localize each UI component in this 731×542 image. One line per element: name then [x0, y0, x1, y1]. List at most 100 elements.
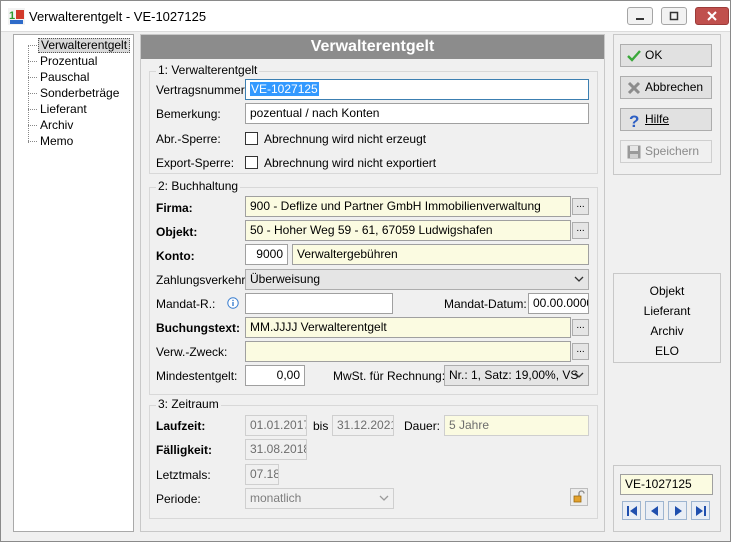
section-zeitraum: 3: Zeitraum Laufzeit: 01.01.2017 bis 31.… — [149, 397, 598, 519]
chevron-down-icon — [574, 276, 584, 282]
tree-item-memo[interactable]: Memo — [38, 134, 75, 149]
maximize-button[interactable] — [661, 7, 687, 25]
buchungstext-lookup-button[interactable]: ... — [572, 319, 589, 336]
verw-zweck-label: Verw.-Zweck: — [156, 345, 228, 359]
mindestentgelt-input[interactable]: 0,00 — [245, 365, 305, 386]
faelligkeit-input[interactable]: 31.08.2018 — [245, 439, 307, 460]
section-title: 3: Zeitraum — [156, 397, 221, 411]
periode-select[interactable]: monatlich — [245, 488, 394, 509]
zahlungsverkehr-value: Überweisung — [250, 272, 321, 286]
window-title: Verwalterentgelt - VE-1027125 — [29, 9, 207, 24]
tree-item-archiv[interactable]: Archiv — [38, 118, 75, 133]
related-links-panel: Objekt Lieferant Archiv ELO — [613, 273, 721, 363]
link-archiv[interactable]: Archiv — [614, 324, 720, 338]
link-elo[interactable]: ELO — [614, 344, 720, 358]
minimize-icon — [636, 18, 644, 20]
verw-zweck-lookup-button[interactable]: ... — [572, 343, 589, 360]
main-panel: Verwalterentgelt 1: Verwalterentgelt Ver… — [140, 34, 605, 532]
objekt-input[interactable]: 50 - Hoher Weg 59 - 61, 67059 Ludwigshaf… — [245, 220, 571, 241]
firma-input[interactable]: 900 - Deflize und Partner GmbH Immobilie… — [245, 196, 571, 217]
faelligkeit-label: Fälligkeit: — [156, 443, 213, 457]
firma-label: Firma: — [156, 201, 193, 215]
tree-item-verwalterentgelt[interactable]: Verwalterentgelt — [38, 38, 131, 53]
tree-item-sonderbetraege[interactable]: Sonderbeträge — [38, 86, 121, 101]
tree-connector — [28, 93, 37, 94]
bis-label: bis — [313, 419, 329, 433]
section-buchhaltung: 2: Buchhaltung Firma: 900 - Deflize und … — [149, 179, 598, 395]
periode-value: monatlich — [250, 491, 302, 505]
zahlungsverkehr-label: Zahlungsverkehr: — [156, 273, 249, 287]
bemerkung-input[interactable]: pozentual / nach Konten — [245, 103, 589, 124]
panel-header: Verwalterentgelt — [141, 35, 604, 59]
abr-sperre-text: Abrechnung wird nicht erzeugt — [264, 132, 427, 146]
close-icon — [707, 11, 717, 21]
minimize-button[interactable] — [627, 7, 653, 25]
laufzeit-label: Laufzeit: — [156, 419, 206, 433]
buchungstext-input[interactable]: MM.JJJJ Verwalterentgelt — [245, 317, 571, 338]
konto-number-input[interactable]: 9000 — [245, 244, 288, 265]
tree-item-lieferant[interactable]: Lieferant — [38, 102, 89, 117]
zahlungsverkehr-select[interactable]: Überweisung — [245, 269, 589, 290]
first-icon — [627, 506, 637, 516]
chevron-down-icon — [574, 372, 584, 378]
last-record-button[interactable] — [691, 501, 710, 520]
export-sperre-label: Export-Sperre: — [156, 156, 235, 170]
link-lieferant[interactable]: Lieferant — [614, 304, 720, 318]
chevron-down-icon — [379, 495, 389, 501]
mwst-value: Nr.: 1, Satz: 19,00%, VS — [449, 368, 579, 382]
close-button[interactable] — [695, 7, 729, 25]
periode-label: Periode: — [156, 492, 201, 506]
info-icon[interactable] — [227, 297, 239, 309]
export-sperre-checkbox[interactable] — [245, 156, 258, 169]
konto-label: Konto: — [156, 249, 195, 263]
section-verwalterentgelt: 1: Verwalterentgelt Vertragsnummer: VE-1… — [149, 63, 598, 174]
link-objekt[interactable]: Objekt — [614, 284, 720, 298]
firma-lookup-button[interactable]: ... — [572, 198, 589, 215]
app-icon: 1 — [8, 8, 25, 25]
mandat-datum-label: Mandat-Datum: — [444, 297, 527, 311]
title-bar: 1 Verwalterentgelt - VE-1027125 — [1, 1, 730, 32]
last-icon — [696, 506, 706, 516]
section-title: 1: Verwalterentgelt — [156, 63, 260, 77]
tree-connector — [28, 109, 37, 110]
mandat-input[interactable] — [245, 293, 393, 314]
application-window: 1 Verwalterentgelt - VE-1027125 Verwalte… — [0, 0, 731, 542]
section-title: 2: Buchhaltung — [156, 179, 241, 193]
previous-record-button[interactable] — [645, 501, 664, 520]
vertragsnummer-input[interactable]: VE-1027125 — [245, 79, 589, 100]
export-sperre-text: Abrechnung wird nicht exportiert — [264, 156, 437, 170]
tree-connector — [28, 61, 37, 62]
tree-item-pauschal[interactable]: Pauschal — [38, 70, 91, 85]
laufzeit-from-input[interactable]: 01.01.2017 — [245, 415, 307, 436]
next-icon — [675, 506, 682, 516]
mindestentgelt-label: Mindestentgelt: — [156, 369, 238, 383]
letztmals-label: Letztmals: — [156, 468, 211, 482]
abr-sperre-checkbox[interactable] — [245, 132, 258, 145]
record-id-field[interactable]: VE-1027125 — [620, 474, 713, 495]
tree-connector — [28, 45, 37, 46]
dauer-input[interactable]: 5 Jahre — [444, 415, 589, 436]
abr-sperre-label: Abr.-Sperre: — [156, 132, 221, 146]
laufzeit-to-input[interactable]: 31.12.2021 — [332, 415, 394, 436]
buchungstext-label: Buchungstext: — [156, 321, 240, 335]
previous-icon — [651, 506, 658, 516]
unlock-icon — [573, 490, 585, 503]
konto-name-input[interactable]: Verwaltergebühren — [292, 244, 589, 265]
objekt-lookup-button[interactable]: ... — [572, 222, 589, 239]
tree-item-prozentual[interactable]: Prozentual — [38, 54, 99, 69]
tree-connector — [28, 125, 37, 126]
verw-zweck-input[interactable] — [245, 341, 571, 362]
mwst-select[interactable]: Nr.: 1, Satz: 19,00%, VS — [444, 365, 589, 386]
vertragsnummer-label: Vertragsnummer: — [156, 83, 249, 97]
tree-connector — [28, 77, 37, 78]
first-record-button[interactable] — [622, 501, 641, 520]
navigation-tree: Verwalterentgelt Prozentual Pauschal Son… — [13, 34, 134, 532]
objekt-label: Objekt: — [156, 225, 198, 239]
bemerkung-label: Bemerkung: — [156, 107, 221, 121]
tree-connector — [28, 141, 37, 142]
mandat-datum-input[interactable]: 00.00.0000 — [528, 293, 589, 314]
unlock-button[interactable] — [570, 488, 588, 506]
maximize-icon — [669, 11, 679, 21]
letztmals-input[interactable]: 07.18 — [245, 464, 279, 485]
next-record-button[interactable] — [668, 501, 687, 520]
